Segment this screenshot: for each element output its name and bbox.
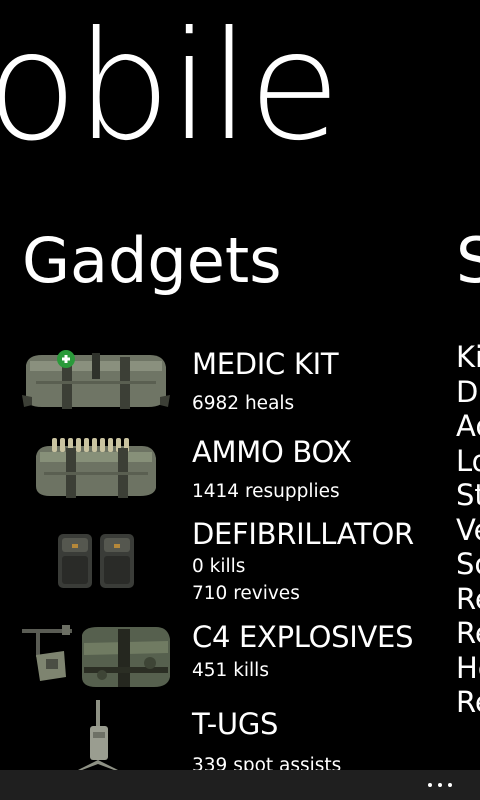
list-item[interactable]: Ac — [456, 409, 480, 444]
gadget-stat: 6982 heals — [192, 393, 295, 414]
list-item[interactable]: St — [456, 478, 480, 513]
list-item[interactable]: He — [456, 651, 480, 686]
gadget-stat: 710 revives — [192, 583, 300, 604]
ammo-box-icon — [22, 434, 170, 500]
next-section-header[interactable]: S — [456, 230, 480, 292]
gadget-item-t-ugs[interactable]: T-UGS 339 spot assists — [0, 700, 440, 780]
gadget-name: DEFIBRILLATOR — [192, 517, 414, 551]
gadget-name: T-UGS — [192, 707, 279, 741]
gadget-name: C4 EXPLOSIVES — [192, 620, 414, 654]
gadget-stat: 451 kills — [192, 660, 269, 681]
gadget-stat: 0 kills — [192, 556, 246, 577]
gadget-item-c4-explosives[interactable]: C4 EXPLOSIVES 451 kills — [0, 615, 440, 695]
c4-explosives-icon — [22, 623, 170, 689]
list-item[interactable]: Lo — [456, 444, 480, 479]
gadget-stat: 1414 resupplies — [192, 481, 340, 502]
list-item[interactable]: De — [456, 375, 480, 410]
list-item[interactable]: Re — [456, 685, 480, 720]
list-item[interactable]: Re — [456, 582, 480, 617]
gadgets-section-header[interactable]: Gadgets — [22, 230, 282, 292]
gadget-name: AMMO BOX — [192, 435, 352, 469]
gadget-item-ammo-box[interactable]: AMMO BOX 1414 resupplies — [0, 430, 440, 510]
panorama-title: obile — [0, 0, 341, 174]
t-ugs-icon — [22, 700, 170, 770]
app-bar — [0, 770, 480, 800]
next-section-list: Ki De Ac Lo St Ve Sc Re Re He Re — [456, 340, 480, 720]
list-item[interactable]: Re — [456, 616, 480, 651]
gadget-item-defibrillator[interactable]: DEFIBRILLATOR 0 kills 710 revives — [0, 515, 440, 610]
list-item[interactable]: Ve — [456, 513, 480, 548]
gadget-item-medic-kit[interactable]: MEDIC KIT 6982 heals — [0, 340, 440, 420]
list-item[interactable]: Ki — [456, 340, 480, 375]
list-item[interactable]: Sc — [456, 547, 480, 582]
medic-kit-icon — [22, 345, 170, 413]
defibrillator-icon — [22, 530, 170, 594]
ellipsis-icon[interactable] — [428, 778, 458, 792]
gadget-name: MEDIC KIT — [192, 347, 339, 381]
